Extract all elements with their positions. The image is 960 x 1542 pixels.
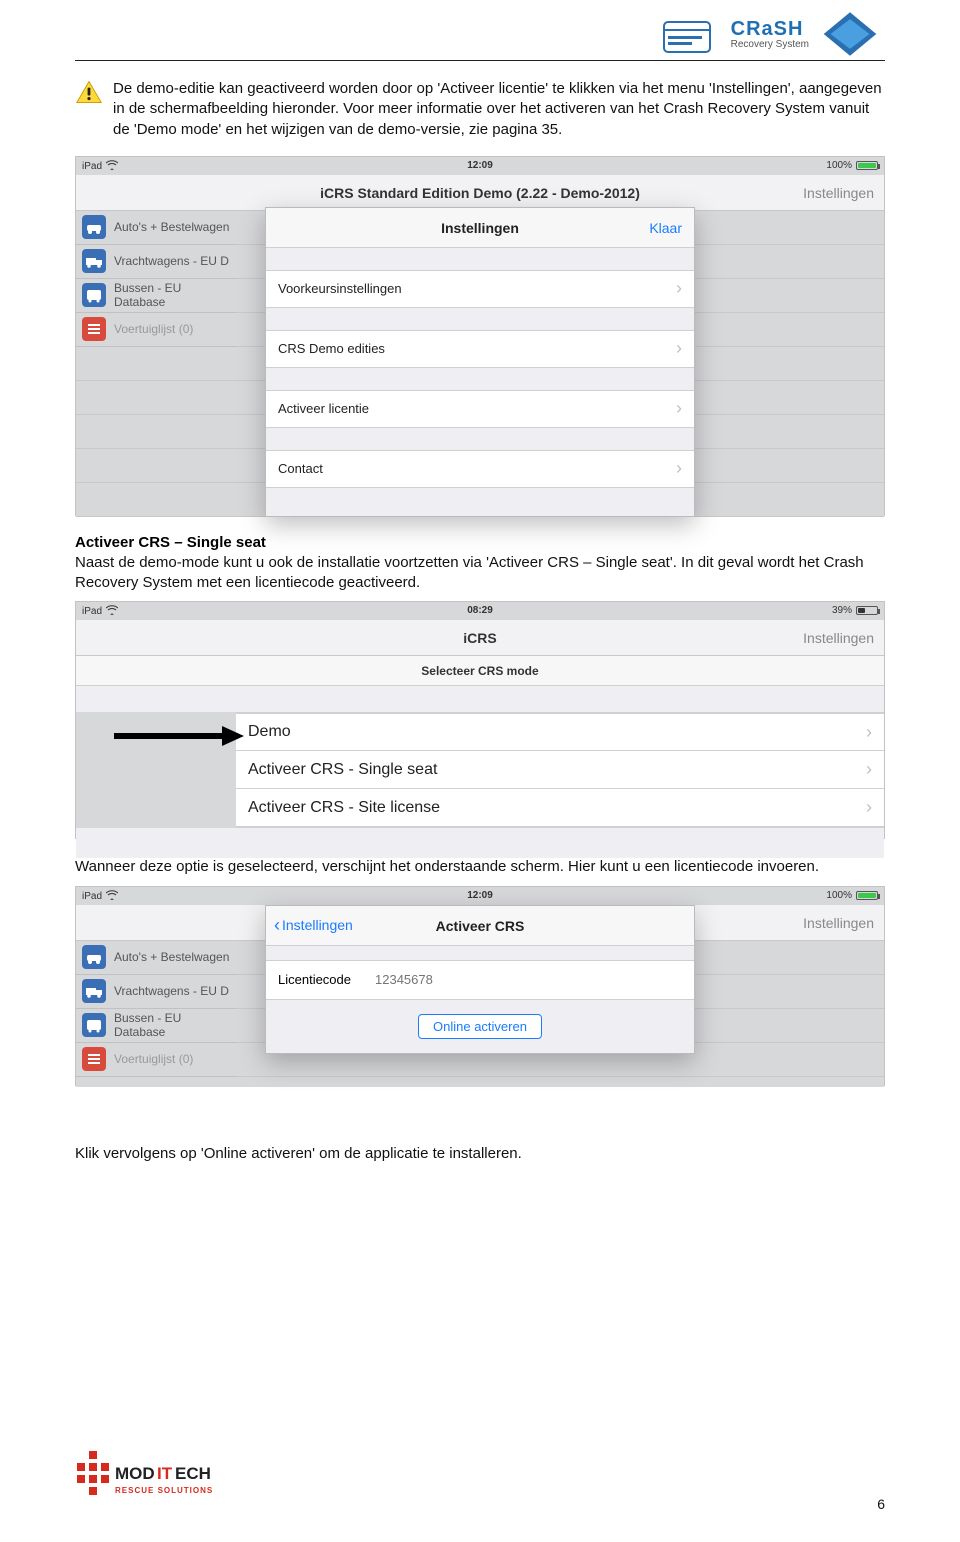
document-icon [655, 10, 725, 58]
heading-single-seat: Activeer CRS – Single seat [75, 534, 885, 551]
cell-label: Activeer CRS - Site license [248, 799, 440, 817]
chevron-right-icon: › [676, 338, 682, 359]
list-icon [82, 317, 106, 341]
brand-sub: Recovery System [731, 39, 809, 50]
header-logo: CRaSH Recovery System [655, 10, 885, 58]
paragraph-4: Klik vervolgens op 'Online activeren' om… [75, 1144, 885, 1164]
nav-settings-link[interactable]: Instellingen [803, 185, 874, 201]
chevron-right-icon: › [866, 759, 872, 780]
truck-icon [82, 979, 106, 1003]
battery-pct: 39% [832, 605, 852, 616]
chevron-right-icon: › [866, 797, 872, 818]
svg-text:MOD: MOD [115, 1464, 155, 1483]
online-activate-button[interactable]: Online activeren [418, 1014, 542, 1039]
sidebar-item-label: Bussen - EU Database [114, 281, 236, 309]
option-site-license[interactable]: Activeer CRS - Site license › [236, 789, 884, 827]
screenshot-2: iPad 08:29 39% iCRS Instellingen Selecte… [75, 601, 885, 839]
activate-modal: ‹ Instellingen Activeer CRS Licentiecode… [265, 905, 695, 1054]
cell-label: Voorkeursinstellingen [278, 281, 402, 296]
warning-icon [75, 79, 103, 110]
modal-title: Instellingen [266, 220, 694, 236]
cell-label: Activeer licentie [278, 401, 369, 416]
license-input[interactable] [375, 972, 682, 987]
battery-icon [856, 891, 878, 900]
sidebar-item-bussen[interactable]: Bussen - EU Database [76, 1009, 236, 1043]
arrow-icon [114, 722, 244, 750]
sidebar-item-autos[interactable]: Auto's + Bestelwagen [76, 211, 236, 245]
paragraph-3: Wanneer deze optie is geselecteerd, vers… [75, 857, 885, 877]
bus-icon [82, 283, 106, 307]
battery-icon [856, 606, 878, 615]
sidebar-item-label: Auto's + Bestelwagen [114, 950, 229, 964]
paragraph-2: Naast de demo-mode kunt u ook de install… [75, 553, 885, 594]
svg-text:IT: IT [157, 1464, 173, 1483]
cell-label: Activeer CRS - Single seat [248, 761, 437, 779]
nav-title: iCRS Standard Edition Demo (2.22 - Demo-… [76, 185, 884, 201]
status-time: 12:09 [76, 160, 884, 171]
car-icon [82, 945, 106, 969]
diamond-icon [815, 10, 885, 58]
sidebar-item-autos[interactable]: Auto's + Bestelwagen [76, 941, 236, 975]
sidebar-item-voertuiglijst[interactable]: Voertuiglijst (0) [76, 1043, 236, 1077]
nav-settings-link[interactable]: Instellingen [803, 915, 874, 931]
input-label: Licentiecode [278, 972, 351, 987]
battery-pct: 100% [826, 160, 852, 171]
sidebar-item-label: Voertuiglijst (0) [114, 322, 193, 336]
page-number: 6 [877, 1496, 885, 1512]
truck-icon [82, 249, 106, 273]
modal-title: Activeer CRS [266, 918, 694, 934]
sidebar-item-label: Vrachtwagens - EU D [114, 984, 229, 998]
screenshot-3: iPad 12:09 100% iCRS Instellingen Auto's… [75, 886, 885, 1086]
chevron-right-icon: › [866, 722, 872, 743]
sidebar-item-label: Vrachtwagens - EU D [114, 254, 229, 268]
brand-name: CRaSH [731, 19, 809, 39]
svg-text:RESCUE SOLUTIONS: RESCUE SOLUTIONS [115, 1486, 213, 1495]
battery-icon [856, 161, 878, 170]
done-button[interactable]: Klaar [649, 220, 682, 236]
cell-voorkeurs[interactable]: Voorkeursinstellingen › [266, 270, 694, 308]
nav-title: iCRS [76, 630, 884, 646]
car-icon [82, 215, 106, 239]
license-input-row: Licentiecode [266, 960, 694, 1000]
cell-contact[interactable]: Contact › [266, 450, 694, 488]
list-icon [82, 1047, 106, 1071]
panel-title: Selecteer CRS mode [76, 656, 884, 686]
cell-label: Demo [248, 723, 291, 741]
option-single-seat[interactable]: Activeer CRS - Single seat › [236, 751, 884, 789]
footer-logo: MOD IT ECH RESCUE SOLUTIONS [75, 1449, 225, 1512]
option-demo[interactable]: Demo › [236, 713, 884, 751]
cell-label: Contact [278, 461, 323, 476]
sidebar-item-trucks[interactable]: Vrachtwagens - EU D [76, 975, 236, 1009]
sidebar-item-voertuiglijst[interactable]: Voertuiglijst (0) [76, 313, 236, 347]
sidebar-item-bussen[interactable]: Bussen - EU Database [76, 279, 236, 313]
chevron-right-icon: › [676, 458, 682, 479]
paragraph-1: De demo-editie kan geactiveerd worden do… [113, 79, 885, 140]
nav-settings-link[interactable]: Instellingen [803, 630, 874, 646]
sidebar-item-label: Bussen - EU Database [114, 1011, 236, 1039]
divider [75, 60, 885, 61]
chevron-right-icon: › [676, 278, 682, 299]
battery-pct: 100% [826, 890, 852, 901]
sidebar-item-label: Voertuiglijst (0) [114, 1052, 193, 1066]
bus-icon [82, 1013, 106, 1037]
cell-label: CRS Demo edities [278, 341, 385, 356]
sidebar-item-label: Auto's + Bestelwagen [114, 220, 229, 234]
status-time: 08:29 [76, 605, 884, 616]
svg-text:ECH: ECH [175, 1464, 211, 1483]
cell-demo-edities[interactable]: CRS Demo edities › [266, 330, 694, 368]
cell-activeer-licentie[interactable]: Activeer licentie › [266, 390, 694, 428]
settings-modal: Instellingen Klaar Voorkeursinstellingen… [265, 207, 695, 517]
screenshot-1: iPad 12:09 100% iCRS Standard Edition De… [75, 156, 885, 516]
chevron-right-icon: › [676, 398, 682, 419]
sidebar-item-trucks[interactable]: Vrachtwagens - EU D [76, 245, 236, 279]
status-time: 12:09 [76, 890, 884, 901]
